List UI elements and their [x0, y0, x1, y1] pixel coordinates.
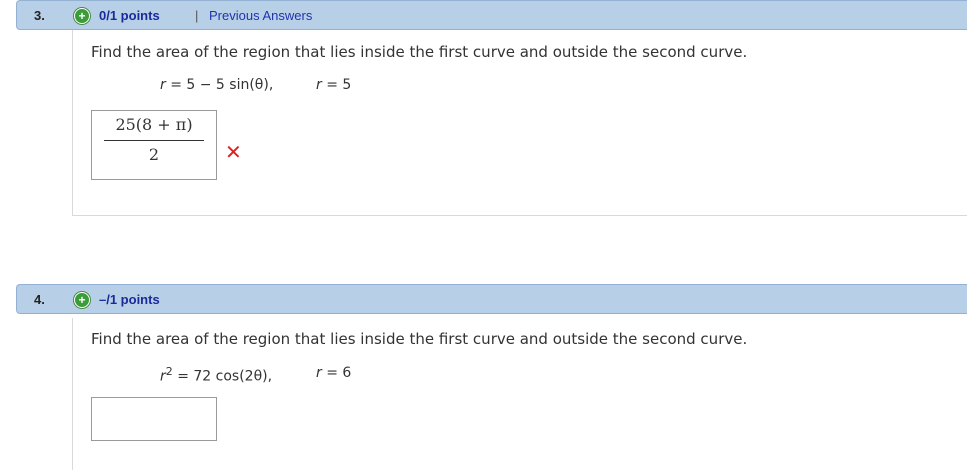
exponent: 2	[165, 365, 173, 378]
equation-rhs: = 72 cos(2θ),	[172, 368, 273, 385]
answer-numerator: 25(8 + π)	[115, 115, 193, 134]
question-4-body: Find the area of the region that lies in…	[72, 318, 967, 470]
curve-equation-1: r2 = 72 cos(2θ),	[160, 365, 272, 385]
question-number: 4.	[34, 292, 45, 307]
equation-rhs: = 6	[321, 365, 352, 381]
divider	[72, 215, 967, 216]
question-3-header: 3. + 0/1 points | Previous Answers	[16, 0, 967, 30]
plus-icon[interactable]: +	[74, 8, 90, 24]
plus-icon[interactable]: +	[74, 292, 90, 308]
curve-equation-2: r = 6	[316, 365, 351, 381]
curve-equation-1: r = 5 − 5 sin(θ),	[160, 77, 273, 93]
separator: |	[195, 8, 199, 23]
equation-rhs: = 5	[321, 77, 352, 93]
previous-answers-link[interactable]: Previous Answers	[209, 8, 312, 23]
question-number: 3.	[34, 8, 45, 23]
curve-equation-2: r = 5	[316, 77, 351, 93]
answer-input[interactable]: 25(8 + π) 2	[91, 110, 217, 180]
question-4-header: 4. + –/1 points	[16, 284, 967, 314]
incorrect-icon: ✕	[225, 140, 242, 164]
points-label: –/1 points	[99, 292, 160, 307]
question-prompt: Find the area of the region that lies in…	[91, 43, 748, 61]
answer-input[interactable]	[91, 397, 217, 441]
points-label: 0/1 points	[99, 8, 160, 23]
fraction-bar	[104, 140, 204, 141]
question-prompt: Find the area of the region that lies in…	[91, 330, 748, 348]
answer-denominator: 2	[148, 145, 160, 164]
equation-rhs: = 5 − 5 sin(θ),	[165, 77, 274, 93]
